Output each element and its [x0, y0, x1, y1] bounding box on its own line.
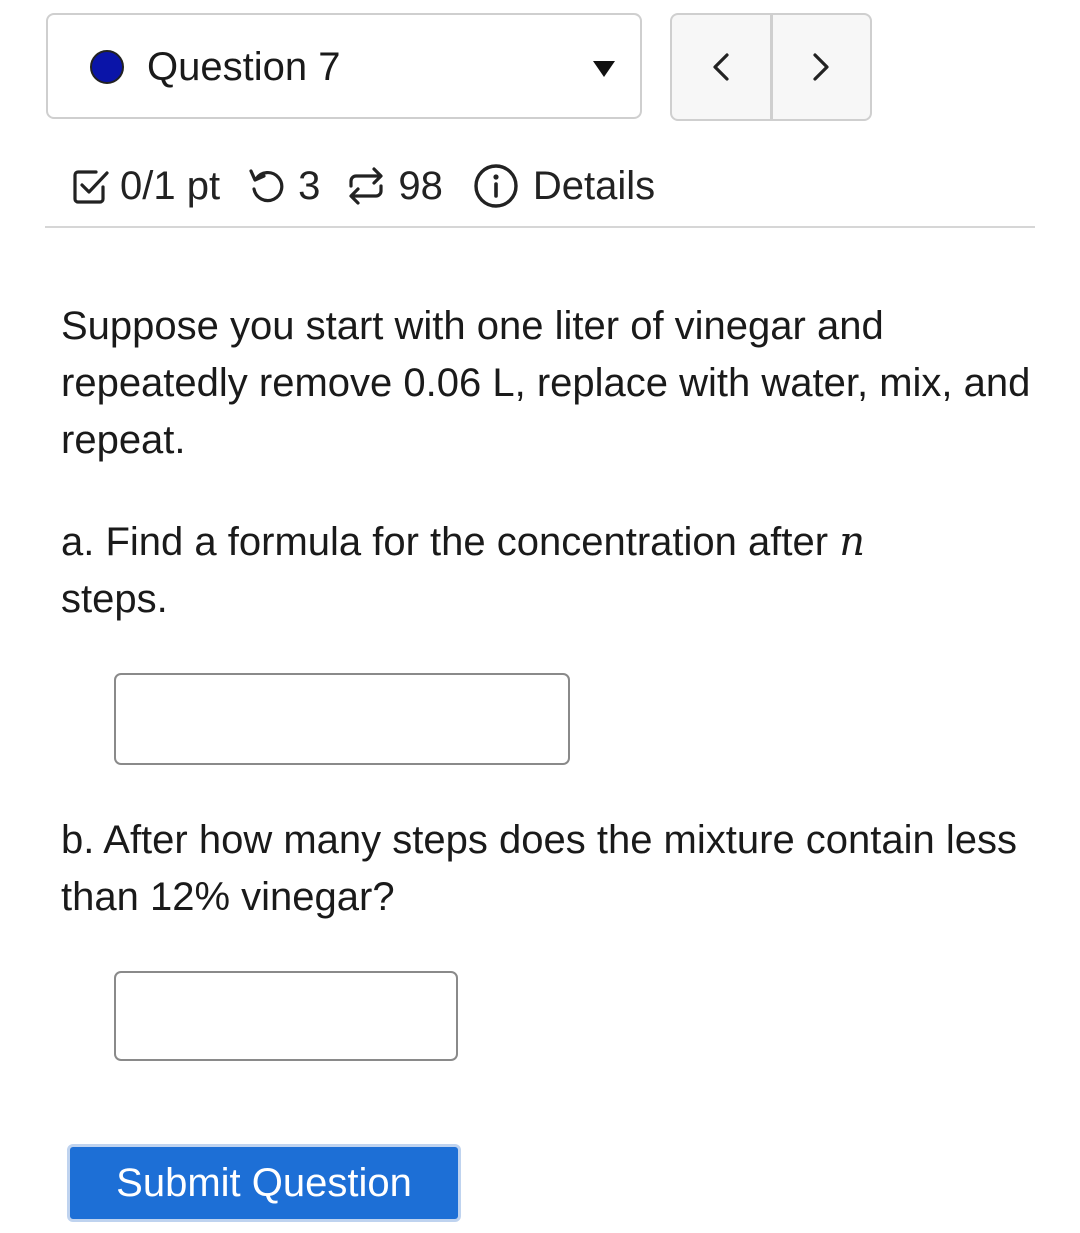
question-select-label: Question 7: [147, 45, 341, 89]
question-info-row: 0/1 pt 3 98 Details: [70, 160, 655, 212]
question-page: Question 7 0/1 pt 3 98 Details Suppose y…: [0, 0, 1080, 1233]
part-a-answer-input[interactable]: [114, 673, 570, 765]
attempts-info: 98: [344, 162, 443, 210]
repeat-icon: [349, 167, 383, 205]
chevron-left-icon: [713, 53, 729, 81]
retry-icon: [249, 169, 284, 203]
next-question-button[interactable]: [773, 15, 871, 119]
part-a-text: a. Find a formula for the concentration …: [61, 514, 1031, 628]
points-text: 0/1 pt: [120, 164, 221, 208]
details-label: Details: [532, 164, 656, 208]
checkbox-check-icon: [73, 170, 109, 204]
question-select[interactable]: Question 7: [46, 13, 642, 119]
part-a-suffix: steps.: [61, 577, 168, 621]
previous-question-button[interactable]: [672, 15, 773, 119]
submit-question-button[interactable]: Submit Question: [67, 1144, 461, 1222]
part-b-text: b. After how many steps does the mixture…: [61, 818, 1018, 919]
retries-info: 3: [246, 162, 320, 210]
chevron-right-icon: [813, 53, 829, 81]
attempts-text: 98: [398, 164, 443, 208]
header-divider: [45, 226, 1035, 228]
question-nav: [670, 13, 872, 121]
question-status-dot: [90, 50, 124, 84]
retries-text: 3: [298, 164, 321, 208]
info-icon: [474, 164, 518, 208]
dropdown-caret-icon: [593, 61, 615, 77]
variable-n: n: [839, 519, 865, 565]
points-info: 0/1 pt: [70, 162, 220, 210]
details-button[interactable]: Details: [473, 162, 655, 210]
question-intro: Suppose you start with one liter of vine…: [61, 304, 1031, 462]
part-b-answer-input[interactable]: [114, 971, 458, 1061]
part-a-prefix: a. Find a formula for the concentration …: [61, 520, 829, 564]
